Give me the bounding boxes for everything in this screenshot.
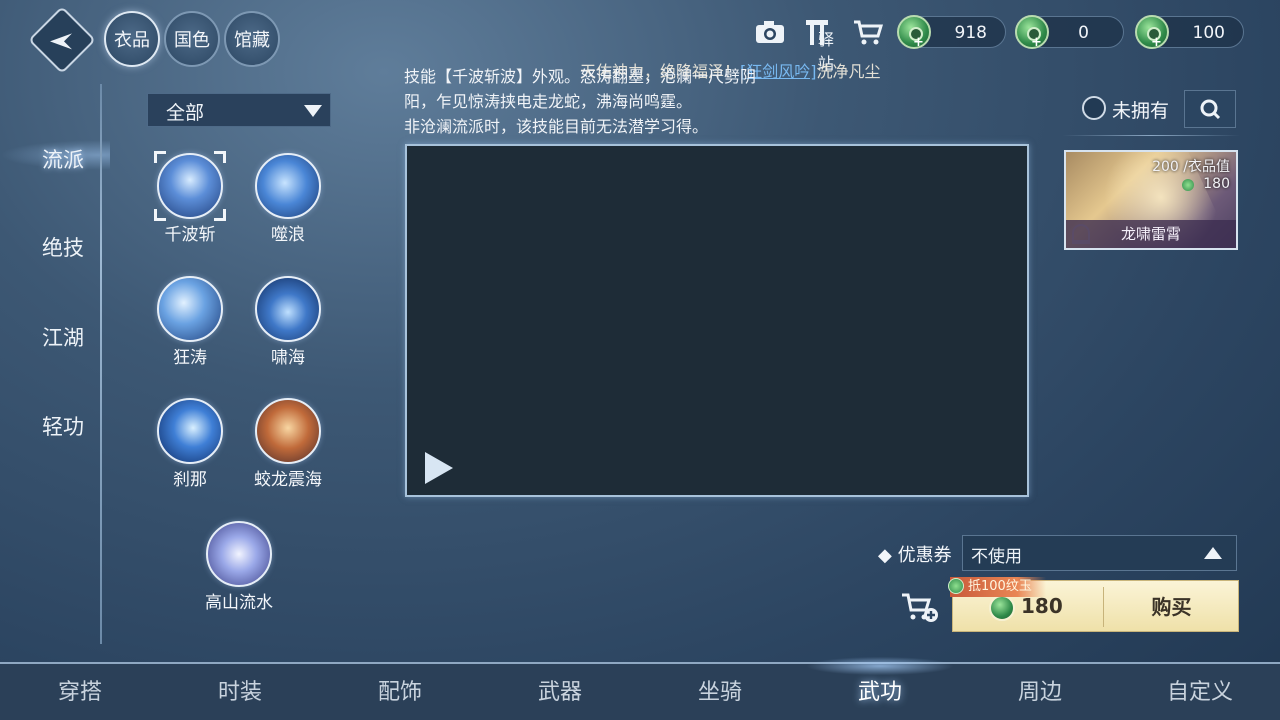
search-icon (1200, 99, 1221, 120)
description-line: 阳，乍见惊涛挟电走龙蛇，沸海尚鸣霆。 (404, 92, 693, 111)
jade-coin-icon (989, 595, 1015, 621)
divider (1062, 135, 1240, 136)
sidebar-item-ultimate[interactable]: 绝技 (42, 232, 84, 262)
plus-icon: + (1151, 35, 1162, 50)
video-preview[interactable] (405, 144, 1029, 497)
skill-name: 啸海 (271, 348, 305, 368)
skill-icon (157, 398, 223, 464)
skill-item[interactable]: 高山流水 (189, 521, 289, 621)
skill-name: 刹那 (173, 470, 207, 490)
jade-coin-icon (1182, 179, 1194, 191)
tab-weapons[interactable]: 武器 (480, 674, 640, 706)
selection-corner (154, 209, 166, 221)
currency-value: 918 (954, 23, 987, 43)
active-tab-glow (800, 656, 960, 676)
skill-icon (206, 521, 272, 587)
jade-coin-icon (948, 578, 964, 594)
currency-1[interactable]: + 918 (897, 15, 1006, 50)
tab-peripherals[interactable]: 周边 (960, 674, 1120, 706)
skill-name: 千波斩 (164, 225, 216, 245)
tab-custom[interactable]: 自定义 (1120, 674, 1280, 706)
plus-icon: + (1031, 35, 1042, 50)
coupon-value: 不使用 (971, 547, 1022, 567)
skill-item[interactable]: 刹那 (140, 398, 240, 498)
skill-name: 蛟龙震海 (254, 470, 322, 490)
selection-corner (214, 209, 226, 221)
tab-accessories[interactable]: 配饰 (320, 674, 480, 706)
currency-value: 100 (1192, 23, 1225, 43)
item-cost-label: 200 /衣品值 (1152, 159, 1230, 175)
purchase-price: 180 (1021, 594, 1063, 618)
back-button[interactable] (28, 6, 96, 74)
item-card[interactable]: 200 /衣品值 180 龙啸雷霄 (1064, 150, 1238, 250)
filter-label: 全部 (166, 102, 205, 124)
skill-item[interactable]: 噬浪 (238, 153, 338, 253)
tab-mounts[interactable]: 坐骑 (640, 674, 800, 706)
sidebar-divider (100, 84, 102, 644)
description-line: 非沧澜流派时，该技能目前无法潜学习得。 (404, 117, 709, 136)
play-icon[interactable] (425, 452, 453, 484)
skill-description: 技能【千波斩波】外观。怒涛翻墨，沧澜一尺劈阴 阳，乍见惊涛挟电走龙蛇，沸海尚鸣霆… (404, 64, 964, 139)
item-name: 龙啸雷霄 (1066, 220, 1236, 248)
skill-item[interactable]: 狂涛 (140, 276, 240, 376)
post-station-icon[interactable]: 驿站 (804, 18, 844, 73)
tab-national-color[interactable]: 国色 (164, 11, 220, 67)
tab-collection[interactable]: 馆藏 (224, 11, 280, 67)
description-line: 技能【千波斩波】外观。怒涛翻墨，沧澜一尺劈阴 (404, 67, 757, 86)
skill-icon (255, 276, 321, 342)
coupon-label: ◆ 优惠券 (878, 545, 952, 566)
back-arrow-icon (50, 33, 72, 50)
skill-icon (255, 398, 321, 464)
coupon-label-text: 优惠券 (897, 545, 952, 566)
currency-value: 0 (1078, 23, 1089, 43)
bottom-nav: 穿搭 时装 配饰 武器 坐骑 武功 周边 自定义 (0, 656, 1280, 720)
selection-corner (214, 151, 226, 163)
add-to-cart-button[interactable] (900, 590, 940, 626)
coupon-dropdown[interactable]: 不使用 (962, 535, 1237, 571)
chevron-up-icon (1204, 547, 1222, 559)
sidebar-item-qinggong[interactable]: 轻功 (42, 411, 84, 441)
currency-2[interactable]: + 0 (1015, 15, 1124, 50)
skill-item[interactable]: 啸海 (238, 276, 338, 376)
skill-name: 狂涛 (173, 348, 207, 368)
not-owned-toggle[interactable] (1082, 96, 1106, 120)
filter-dropdown[interactable]: 全部 (147, 93, 331, 127)
tab-fashion[interactable]: 时装 (160, 674, 320, 706)
cart-icon[interactable] (852, 18, 884, 46)
skill-name: 噬浪 (271, 225, 305, 245)
skill-item[interactable]: 蛟龙震海 (238, 398, 338, 498)
skill-item[interactable]: 千波斩 (140, 151, 240, 253)
selection-corner (154, 151, 166, 163)
buy-button[interactable]: 购买 (1103, 581, 1240, 633)
search-button[interactable] (1184, 90, 1236, 128)
tab-clothing[interactable]: 衣品 (104, 11, 160, 67)
tab-outfit[interactable]: 穿搭 (0, 674, 160, 706)
item-price: 180 (1203, 176, 1230, 192)
discount-tag: 抵100纹玉 (950, 577, 1046, 597)
skill-icon (157, 276, 223, 342)
skill-icon (255, 153, 321, 219)
plus-icon: + (913, 35, 924, 50)
sidebar-item-school[interactable]: 流派 (42, 144, 84, 174)
not-owned-label: 未拥有 (1112, 100, 1170, 122)
tab-martial-arts[interactable]: 武功 (800, 674, 960, 706)
currency-3[interactable]: + 100 (1135, 15, 1244, 50)
sidebar-item-jianghu[interactable]: 江湖 (42, 322, 84, 352)
cart-add-icon (902, 593, 938, 622)
camera-icon[interactable] (754, 18, 786, 46)
chevron-down-icon (304, 105, 322, 117)
skill-name: 高山流水 (205, 593, 273, 613)
